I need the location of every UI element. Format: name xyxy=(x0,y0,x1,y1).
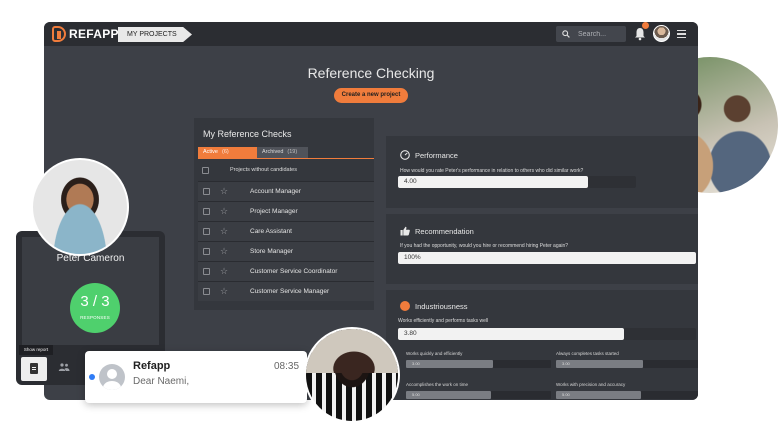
sender-avatar-icon xyxy=(99,364,125,390)
row-checkbox[interactable] xyxy=(203,268,210,275)
table-row[interactable]: ☆ Care Assistant xyxy=(198,221,374,241)
breadcrumb-my-projects[interactable]: MY PROJECTS xyxy=(118,27,192,42)
recommendation-question: If you had the opportunity, would you hi… xyxy=(400,243,569,249)
show-report-button[interactable] xyxy=(21,357,47,381)
sub-metric-label: Works with precision and accuracy xyxy=(556,382,626,387)
sub-metric-track: 5.00 xyxy=(406,391,551,399)
checkbox[interactable] xyxy=(202,167,209,174)
tab-underline xyxy=(198,158,374,159)
table-row[interactable]: ☆ Customer Service Coordinator xyxy=(198,261,374,281)
people-icon[interactable] xyxy=(58,363,70,371)
performance-title: Performance xyxy=(415,150,458,160)
sub-metric-track: 5.00 xyxy=(556,391,698,399)
row-checkbox[interactable] xyxy=(203,228,210,235)
sub-metric-bar: 5.00 xyxy=(406,391,491,399)
lightbulb-icon xyxy=(400,301,410,311)
project-name: Account Manager xyxy=(250,188,301,195)
star-icon[interactable]: ☆ xyxy=(220,226,228,237)
star-icon[interactable]: ☆ xyxy=(220,286,228,297)
reference-checks-list: My Reference Checks Active (6) Archived (1… xyxy=(194,118,374,310)
search-input[interactable] xyxy=(578,30,622,38)
tab-archived-label: Archived xyxy=(262,149,284,155)
project-name: Project Manager xyxy=(250,208,298,215)
notification-message: Dear Naemi, xyxy=(133,376,190,387)
refapp-logo[interactable]: REFAPP xyxy=(52,26,119,42)
performance-header: Performance xyxy=(400,150,458,160)
sub-metric-bar: 3.00 xyxy=(556,360,643,368)
project-name: Customer Service Manager xyxy=(250,288,330,295)
reference-photo xyxy=(304,327,400,423)
notification-sender: Refapp xyxy=(133,360,171,372)
industriousness-question: Works efficiently and performs tasks wel… xyxy=(398,318,489,324)
project-rows: ☆ Account Manager ☆ Project Manager ☆ Ca… xyxy=(198,181,374,301)
table-row[interactable]: ☆ Customer Service Manager xyxy=(198,281,374,301)
message-notification[interactable]: Refapp 08:35 Dear Naemi, xyxy=(85,351,307,403)
row-checkbox[interactable] xyxy=(203,288,210,295)
star-icon[interactable]: ☆ xyxy=(220,206,228,217)
notification-time: 08:35 xyxy=(274,361,300,372)
sub-metric-label: Works quickly and efficiently xyxy=(406,351,463,356)
responses-circle: 3 / 3 RESPONSES xyxy=(70,283,120,333)
tab-archived[interactable]: Archived (19) xyxy=(257,147,308,158)
logo-text: REFAPP xyxy=(69,27,119,41)
unread-dot xyxy=(89,374,95,380)
project-name: Customer Service Coordinator xyxy=(250,268,338,275)
sub-metric-track: 3.00 xyxy=(556,360,698,368)
table-row[interactable]: ☆ Account Manager xyxy=(198,181,374,201)
tab-active[interactable]: Active (6) xyxy=(198,147,257,158)
thumbs-up-icon xyxy=(400,226,410,236)
sub-metric-label: Accomplishes the work on time xyxy=(406,382,469,387)
sub-metric-bar: 3.00 xyxy=(406,360,493,368)
sub-metric-label: Always completes tasks started xyxy=(556,351,619,356)
recommendation-panel: Recommendation If you had the opportunit… xyxy=(386,214,698,284)
tab-active-count: (6) xyxy=(221,149,229,155)
performance-answer: 4.00 xyxy=(398,176,589,188)
recommendation-header: Recommendation xyxy=(400,226,474,236)
recommendation-title: Recommendation xyxy=(415,226,474,236)
responses-label: RESPONSES xyxy=(80,315,110,320)
responses-score: 3 / 3 xyxy=(80,293,110,310)
show-report-tooltip: Show report xyxy=(19,345,53,355)
checks-title: My Reference Checks xyxy=(203,129,292,139)
tab-archived-count: (19) xyxy=(287,149,298,155)
tab-active-label: Active xyxy=(203,149,218,155)
search-icon xyxy=(562,30,570,38)
no-candidates-label: Projects without candidates xyxy=(230,167,297,173)
row-checkbox[interactable] xyxy=(203,248,210,255)
table-row[interactable]: ☆ Project Manager xyxy=(198,201,374,221)
industriousness-title: Industriousness xyxy=(415,301,468,311)
sub-metric-bar: 5.00 xyxy=(556,391,641,399)
page-title: Reference Checking xyxy=(307,65,435,81)
performance-question: How would you rate Peter's performance i… xyxy=(400,168,584,174)
project-name: Store Manager xyxy=(250,248,293,255)
star-icon[interactable]: ☆ xyxy=(220,266,228,277)
gauge-icon xyxy=(400,150,410,160)
user-avatar[interactable] xyxy=(653,25,670,42)
performance-panel: Performance How would you rate Peter's p… xyxy=(386,136,698,208)
projects-without-candidates-row[interactable]: Projects without candidates xyxy=(198,164,374,177)
project-name: Care Assistant xyxy=(250,228,292,235)
hamburger-menu-icon[interactable] xyxy=(677,30,686,38)
row-checkbox[interactable] xyxy=(203,208,210,215)
table-row[interactable]: ☆ Store Manager xyxy=(198,241,374,261)
industriousness-answer: 3.80 xyxy=(398,328,625,340)
bell-icon[interactable] xyxy=(634,27,646,41)
search-box[interactable] xyxy=(556,26,626,42)
notification-badge xyxy=(642,22,649,29)
refapp-logo-icon xyxy=(52,26,66,42)
sub-metric-track: 3.00 xyxy=(406,360,551,368)
star-icon[interactable]: ☆ xyxy=(220,186,228,197)
top-bar: REFAPP MY PROJECTS xyxy=(44,22,698,46)
create-project-button[interactable]: Create a new project xyxy=(334,88,408,103)
candidate-photo xyxy=(31,158,129,256)
row-checkbox[interactable] xyxy=(203,188,210,195)
industriousness-header: Industriousness xyxy=(400,301,468,311)
star-icon[interactable]: ☆ xyxy=(220,246,228,257)
recommendation-answer: 100% xyxy=(398,252,696,264)
industriousness-panel: Industriousness Works efficiently and pe… xyxy=(386,290,698,400)
document-icon xyxy=(30,363,38,374)
